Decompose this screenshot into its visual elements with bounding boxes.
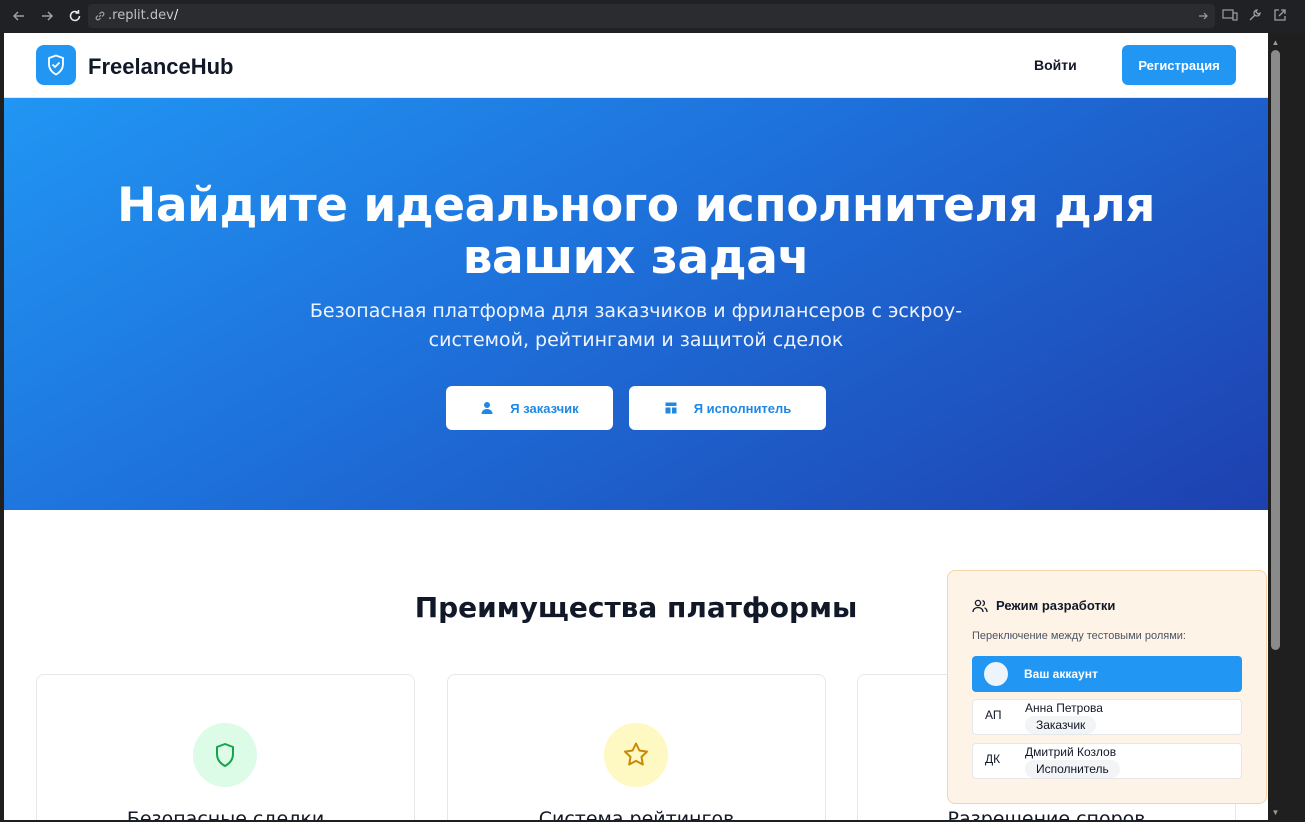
role-badge: Заказчик [1025,716,1097,734]
avatar: АП [985,708,1002,722]
forward-arrow-icon[interactable] [37,6,57,26]
account-name: Ваш аккаунт [1024,667,1098,681]
back-arrow-icon[interactable] [9,6,29,26]
link-icon [95,11,105,21]
star-icon [604,723,668,787]
role-badge: Исполнитель [1025,760,1120,778]
avatar: ДК [985,752,1001,766]
feature-card-ratings: Система рейтингов [447,674,826,820]
account-anna[interactable]: АП Анна Петрова Заказчик [972,699,1242,735]
client-role-label: Я заказчик [510,400,579,416]
dev-panel-subtitle: Переключение между тестовыми ролями: [972,630,1186,642]
login-button[interactable]: Войти [1034,57,1077,73]
address-bar[interactable]: .replit.dev/ [88,4,1215,28]
browser-toolbar: .replit.dev/ [0,0,1305,33]
open-external-icon[interactable] [1271,6,1289,24]
users-icon [972,599,988,612]
avatar [984,662,1008,686]
hero-section: Найдите идеального исполнителя для ваших… [4,98,1268,510]
dev-panel-title: Режим разработки [996,598,1116,613]
freelancer-role-label: Я исполнитель [693,400,792,416]
account-name: Дмитрий Козлов [1025,745,1117,759]
register-button[interactable]: Регистрация [1122,45,1236,85]
account-current[interactable]: Ваш аккаунт [972,656,1242,692]
site-header: FreelanceHub Войти Регистрация [4,33,1268,98]
client-role-button[interactable]: Я заказчик [446,386,613,430]
dev-panel-header: Режим разработки [972,598,1115,613]
scrollbar-thumb[interactable] [1271,50,1280,650]
account-dmitry[interactable]: ДК Дмитрий Козлов Исполнитель [972,743,1242,779]
scroll-down-icon[interactable]: ▼ [1271,808,1280,817]
account-name: Анна Петрова [1025,701,1103,715]
devices-icon[interactable] [1221,6,1239,24]
wrench-icon[interactable] [1246,6,1264,24]
url-text: .replit.dev/ [108,8,179,23]
feature-card-secure: Безопасные сделки [36,674,415,820]
feature-card-title: Разрешение споров [947,808,1146,820]
page-viewport: FreelanceHub Войти Регистрация Найдите и… [4,33,1268,820]
reload-icon[interactable] [65,6,85,26]
hero-title: Найдите идеального исполнителя для ваших… [117,178,1155,285]
freelancer-role-button[interactable]: Я исполнитель [629,386,826,430]
feature-card-title: Система рейтингов [538,808,735,820]
layout-icon [665,402,677,414]
dev-mode-panel: Режим разработки Переключение между тест… [947,570,1267,804]
shield-icon [193,723,257,787]
hero-subtitle: Безопасная платформа для заказчиков и фр… [309,300,963,351]
feature-card-title: Безопасные сделки [126,808,325,820]
brand-name[interactable]: FreelanceHub [88,54,234,80]
go-arrow-icon[interactable] [1197,10,1209,22]
scroll-up-icon[interactable]: ▲ [1271,38,1280,47]
user-icon [481,402,493,414]
handshake-logo-icon[interactable] [36,45,76,85]
